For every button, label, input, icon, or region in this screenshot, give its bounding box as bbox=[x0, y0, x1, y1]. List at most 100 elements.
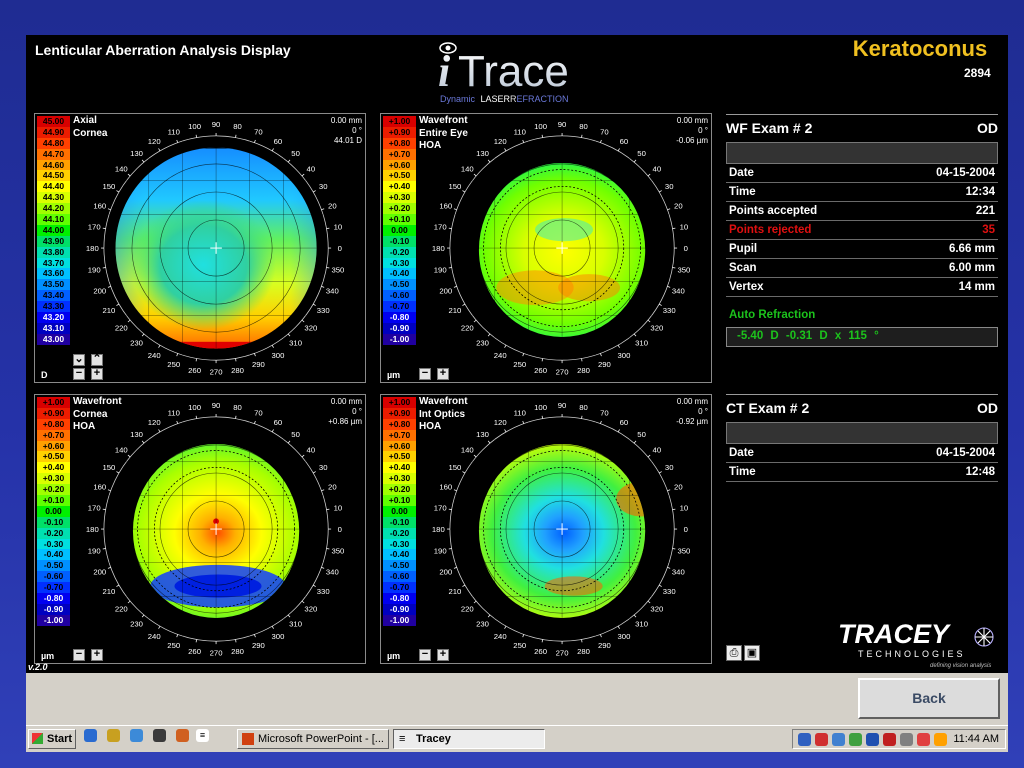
scale-value: -0.20 bbox=[383, 246, 416, 258]
angle-label: 260 bbox=[534, 647, 547, 656]
scale-value: +0.40 bbox=[383, 462, 416, 474]
angle-label: 10 bbox=[334, 222, 343, 231]
scale-value: -0.30 bbox=[383, 257, 416, 269]
scale-value: +0.40 bbox=[383, 181, 416, 193]
scale-value: +1.00 bbox=[383, 397, 416, 408]
scale-value: 45.00 bbox=[37, 116, 70, 127]
scale-increase-button[interactable]: + bbox=[91, 649, 103, 661]
sync-icon[interactable] bbox=[866, 733, 879, 746]
back-button[interactable]: Back bbox=[858, 678, 1000, 719]
scale-value: 44.80 bbox=[37, 137, 70, 149]
ie-icon[interactable] bbox=[84, 729, 97, 742]
print-icon[interactable]: ⎙ bbox=[726, 645, 742, 661]
update-icon[interactable] bbox=[849, 733, 862, 746]
taskbar: Start ≡ Microsoft PowerPoint - [... ≡ Tr… bbox=[26, 725, 1008, 752]
scale-decrease-button[interactable]: − bbox=[419, 368, 431, 380]
angle-label: 20 bbox=[328, 483, 337, 492]
angle-label: 90 bbox=[558, 401, 567, 410]
angle-label: 120 bbox=[148, 137, 161, 146]
auto-refraction-value: -5.40 D -0.31 D x 115 ° bbox=[726, 327, 998, 347]
angle-label: 330 bbox=[317, 587, 330, 596]
angle-label: 270 bbox=[556, 368, 569, 377]
angle-label: 120 bbox=[148, 418, 161, 427]
points-accepted-value: 221 bbox=[975, 205, 995, 217]
angle-label: 230 bbox=[130, 339, 143, 348]
scale-value: -0.20 bbox=[383, 527, 416, 539]
angle-label: 240 bbox=[148, 351, 161, 360]
media-player-icon[interactable] bbox=[153, 729, 166, 742]
save-icon[interactable]: ▣ bbox=[744, 645, 760, 661]
angle-label: 210 bbox=[102, 587, 115, 596]
angle-label: 80 bbox=[579, 122, 588, 131]
scale-value: 43.30 bbox=[37, 301, 70, 313]
pupil-value: 6.66 mm bbox=[948, 243, 995, 255]
volume-icon[interactable] bbox=[815, 733, 828, 746]
scale-value: -0.90 bbox=[37, 603, 70, 615]
scale-value: +0.20 bbox=[383, 484, 416, 496]
scale-value: 43.40 bbox=[37, 290, 70, 302]
scale-increase-button[interactable]: + bbox=[437, 368, 449, 380]
map-panel-wavefront-cornea: +1.00 +0.90 +0.80 +0.70 +0.60 +0.50 +0.40 +0.30… bbox=[34, 394, 366, 664]
scale-increase-button[interactable]: + bbox=[437, 649, 449, 661]
scale-value: 43.80 bbox=[37, 246, 70, 258]
start-label: Start bbox=[47, 733, 73, 745]
antivirus-icon[interactable] bbox=[832, 733, 845, 746]
scale-value: +0.90 bbox=[383, 407, 416, 419]
angle-label: 130 bbox=[130, 430, 143, 439]
scale-increase-button[interactable]: + bbox=[91, 368, 103, 380]
angle-label: 110 bbox=[168, 409, 180, 418]
angle-label: 220 bbox=[115, 323, 128, 332]
angle-label: 190 bbox=[88, 546, 101, 555]
scale-value: -0.40 bbox=[383, 268, 416, 280]
angle-label: 250 bbox=[167, 641, 180, 650]
outlook-icon[interactable] bbox=[107, 729, 120, 742]
angle-label: 50 bbox=[637, 149, 646, 158]
itrace-app-icon[interactable]: ≡ bbox=[196, 729, 209, 742]
map-unit: µm bbox=[41, 651, 55, 661]
angle-label: 310 bbox=[289, 339, 302, 348]
angle-label: 320 bbox=[304, 604, 317, 613]
scale-value: -0.90 bbox=[383, 603, 416, 615]
svg-text:TECHNOLOGIES: TECHNOLOGIES bbox=[858, 649, 966, 659]
angle-label: 280 bbox=[577, 647, 590, 656]
angle-label: 350 bbox=[331, 265, 344, 274]
angle-label: 190 bbox=[88, 265, 101, 274]
angle-label: 170 bbox=[88, 503, 101, 512]
taskbar-tracey[interactable]: ≡ Tracey bbox=[393, 729, 545, 749]
angle-label: 340 bbox=[672, 567, 685, 576]
alert-icon[interactable] bbox=[917, 733, 930, 746]
angle-label: 130 bbox=[476, 430, 489, 439]
scale-up-button[interactable]: ⌃ bbox=[91, 354, 103, 366]
scale-value: +0.80 bbox=[37, 418, 70, 430]
start-button[interactable]: Start bbox=[28, 729, 76, 749]
scale-value: 0.00 bbox=[383, 224, 416, 236]
scale-value: -0.10 bbox=[37, 516, 70, 528]
network-icon[interactable] bbox=[798, 733, 811, 746]
map-panel-axial-cornea: 45.00 44.90 44.80 44.70 44.60 44.50 44.40 44.30… bbox=[34, 113, 366, 383]
scale-value: +0.80 bbox=[383, 418, 416, 430]
map-unit: µm bbox=[387, 370, 401, 380]
angle-label: 310 bbox=[635, 339, 648, 348]
scale-decrease-button[interactable]: − bbox=[73, 649, 85, 661]
wf-exam-bar bbox=[726, 142, 998, 164]
angle-label: 80 bbox=[233, 403, 242, 412]
angle-label: 240 bbox=[494, 351, 507, 360]
scale-value: -0.80 bbox=[383, 593, 416, 604]
angle-label: 250 bbox=[513, 641, 526, 650]
taskbar-powerpoint[interactable]: Microsoft PowerPoint - [... bbox=[237, 729, 389, 749]
power-icon[interactable] bbox=[934, 733, 947, 746]
security-icon[interactable] bbox=[883, 733, 896, 746]
diagnosis-label: Keratoconus bbox=[852, 36, 988, 61]
ct-time-value: 12:48 bbox=[965, 466, 995, 478]
scale-decrease-button[interactable]: − bbox=[419, 649, 431, 661]
map-unit: D bbox=[41, 370, 48, 380]
angle-label: 110 bbox=[514, 128, 526, 137]
scale-value: 44.40 bbox=[37, 181, 70, 193]
scale-decrease-button[interactable]: − bbox=[73, 368, 85, 380]
quicklaunch-icon[interactable] bbox=[176, 729, 189, 742]
messenger-icon[interactable] bbox=[900, 733, 913, 746]
scale-value: -0.50 bbox=[37, 560, 70, 572]
desktop-icon[interactable] bbox=[130, 729, 143, 742]
scale-down-button[interactable]: ⌄ bbox=[73, 354, 85, 366]
angle-label: 50 bbox=[291, 430, 300, 439]
